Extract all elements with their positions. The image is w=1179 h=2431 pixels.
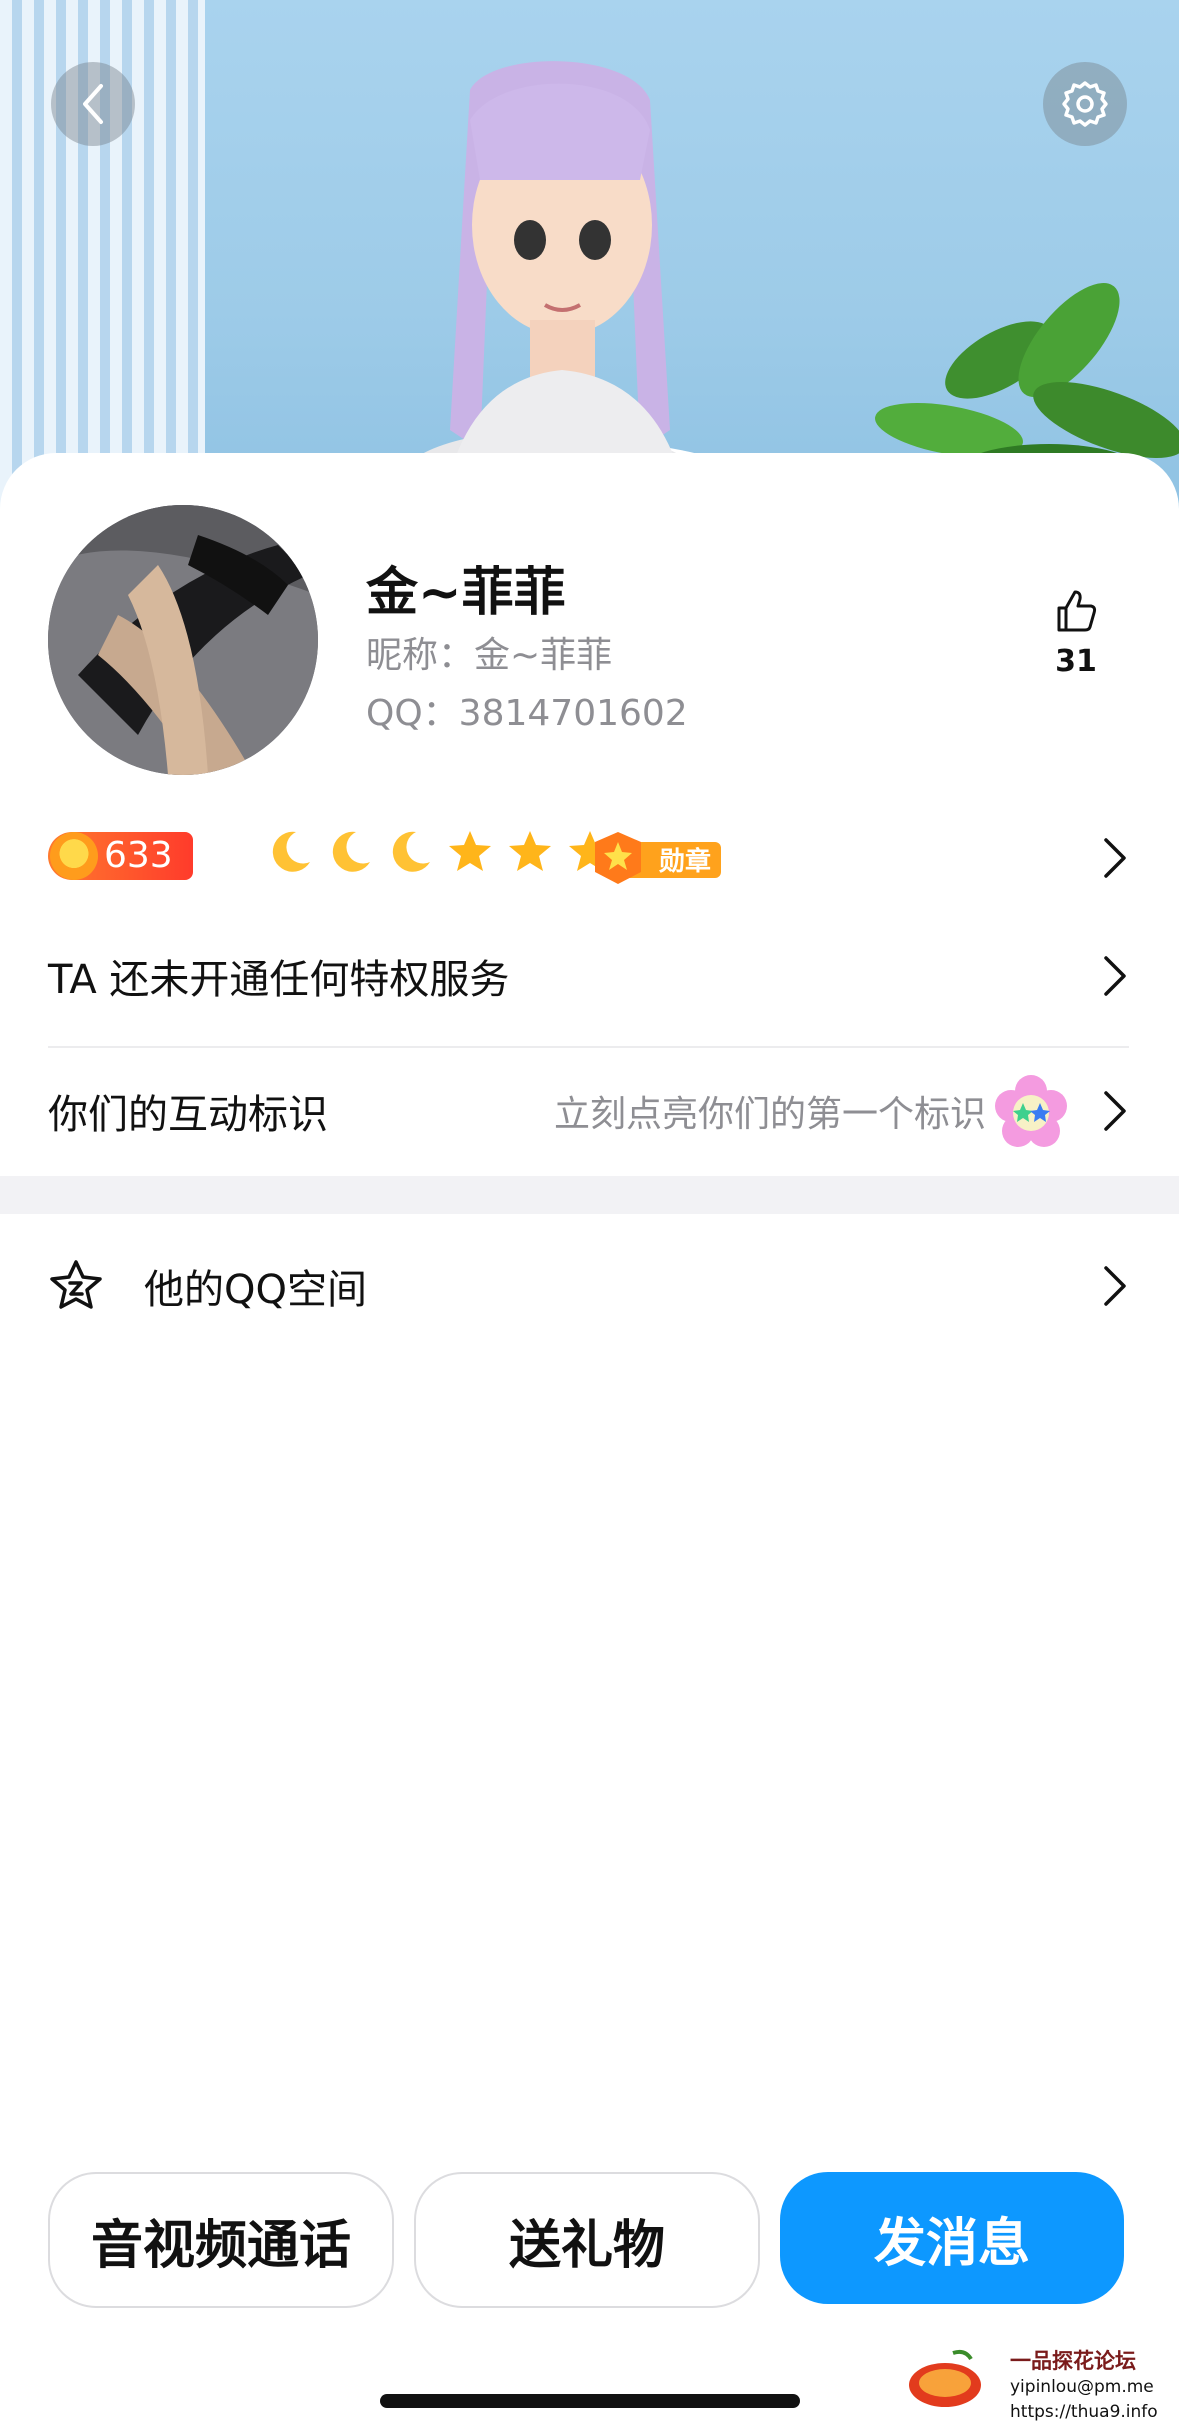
flower-mark-icon (995, 1075, 1067, 1147)
interaction-title: 你们的互动标识 (48, 1092, 328, 1138)
chevron-right-icon (1104, 1091, 1126, 1131)
profile-cover (0, 0, 1179, 520)
medal-label: 勋章 (659, 847, 712, 877)
send-gift-button[interactable]: 送礼物 (414, 2172, 760, 2308)
divider (48, 1046, 1129, 1048)
like-button[interactable]: 31 (1040, 588, 1112, 679)
watermark: 一品探花论坛 yipinlou@pm.me https://thua9.info (905, 2345, 1175, 2431)
level-badge: 633 (48, 832, 193, 880)
moon-icon (332, 831, 370, 872)
nickname-text: 昵称：金~菲菲 (366, 635, 613, 676)
watermark-logo (909, 2349, 981, 2407)
watermark-url: https://thua9.info (1010, 2402, 1158, 2422)
display-name: 金~菲菲 (366, 563, 566, 623)
thumbs-up-icon (1057, 590, 1097, 632)
level-value: 633 (104, 835, 173, 876)
watermark-email: yipinlou@pm.me (1010, 2377, 1154, 2397)
qzone-star-icon (50, 1260, 102, 1309)
moon-icon (392, 831, 430, 872)
qq-number-text[interactable]: QQ：3814701602 (366, 684, 688, 736)
like-count: 31 (1055, 644, 1097, 679)
chevron-left-icon (83, 84, 103, 124)
privilege-row[interactable]: TA 还未开通任何特权服务 (48, 920, 1128, 1032)
level-row[interactable]: 633 勋章 (48, 828, 1128, 888)
avatar[interactable] (48, 505, 318, 775)
cover-avatar-illustration (370, 61, 770, 520)
qzone-text: 他的QQ空间 (144, 1267, 367, 1313)
avatar-image (48, 505, 318, 775)
sun-icon (50, 832, 98, 880)
watermark-title: 一品探花论坛 (1010, 2349, 1136, 2373)
moon-icon (272, 831, 310, 872)
send-message-button[interactable]: 发消息 (780, 2172, 1124, 2304)
home-indicator (380, 2394, 800, 2408)
back-button[interactable] (51, 62, 135, 146)
star-icon (509, 831, 551, 871)
chevron-right-icon (1104, 956, 1126, 996)
interaction-hint: 立刻点亮你们的第一个标识 (553, 1094, 986, 1135)
qzone-row[interactable]: 他的QQ空间 (48, 1230, 1128, 1342)
medal-badge[interactable]: 勋章 (593, 830, 721, 886)
star-icon (449, 831, 491, 871)
interaction-mark-row[interactable]: 你们的互动标识 立刻点亮你们的第一个标识 (48, 1055, 1128, 1167)
chevron-right-icon (1104, 838, 1126, 878)
privilege-text: TA 还未开通任何特权服务 (48, 957, 510, 1003)
section-separator (0, 1176, 1179, 1214)
chevron-right-icon (1104, 1266, 1126, 1306)
video-call-button[interactable]: 音视频通话 (48, 2172, 394, 2308)
gear-icon (1062, 81, 1108, 127)
settings-button[interactable] (1043, 62, 1127, 146)
